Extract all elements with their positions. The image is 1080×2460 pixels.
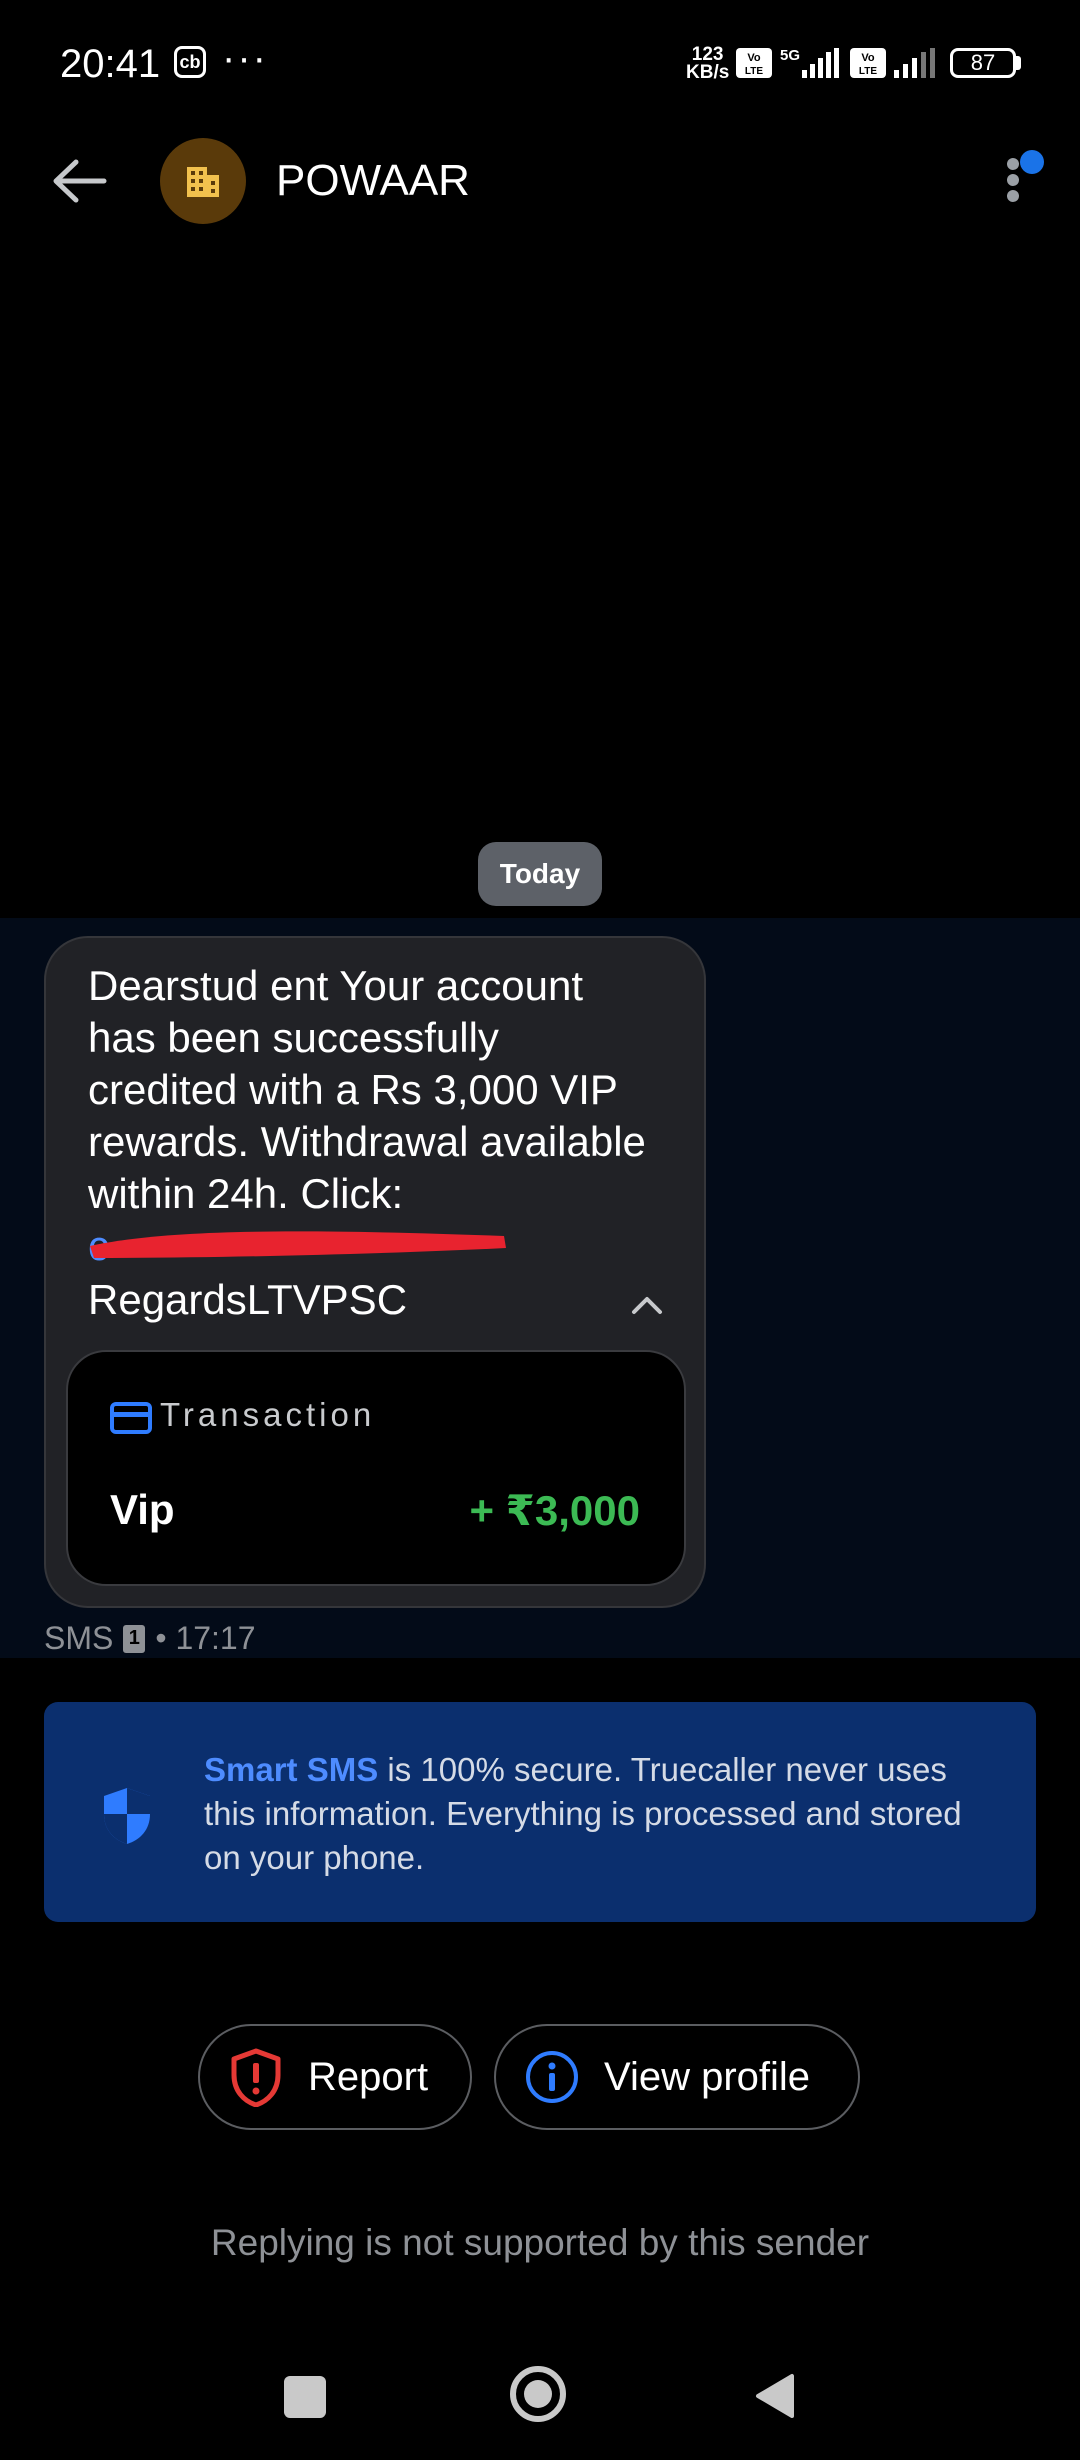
svg-text:Vo: Vo: [861, 52, 875, 64]
sender-name[interactable]: POWAAR: [276, 156, 470, 206]
volte-icon-2: Vo LTE: [850, 48, 886, 78]
redaction-scribble: [90, 1231, 506, 1258]
collapse-chevron-icon[interactable]: [630, 1294, 664, 1316]
message-time: • 17:17: [155, 1620, 256, 1656]
shield-icon: [104, 1788, 150, 1844]
network-speed-unit: KB/s: [686, 62, 730, 83]
battery-tip: [1016, 56, 1021, 70]
smart-sms-label[interactable]: Smart SMS: [204, 1751, 378, 1788]
home-nav-dot: [524, 2380, 552, 2408]
credit-card-icon: [110, 1402, 152, 1434]
menu-dot-icon: [1007, 190, 1019, 202]
menu-dot-icon: [1007, 174, 1019, 186]
info-icon: [526, 2051, 578, 2103]
report-button[interactable]: Report: [198, 2024, 472, 2130]
svg-text:Vo: Vo: [747, 52, 761, 64]
message-body: Dearstud ent Your account has been succe…: [88, 962, 646, 1217]
network-speed: 123 KB/s: [686, 45, 730, 83]
sender-avatar[interactable]: [160, 138, 246, 224]
message-signature: RegardsLTVPSC: [88, 1276, 408, 1323]
reply-not-supported-note: Replying is not supported by this sender: [210, 2222, 870, 2263]
notification-dot: [1020, 150, 1044, 174]
svg-text:LTE: LTE: [859, 66, 877, 77]
sim-badge-icon: 1: [123, 1624, 146, 1653]
message-channel: SMS: [44, 1620, 114, 1656]
report-label: Report: [308, 2054, 429, 2099]
battery-icon: 87: [950, 48, 1016, 78]
banner-text: Smart SMS is 100% secure. Truecaller nev…: [204, 1748, 984, 1880]
report-shield-icon: [231, 2048, 281, 2107]
menu-dot-icon: [1007, 158, 1019, 170]
view-profile-button[interactable]: View profile: [494, 2024, 860, 2130]
transaction-label: Transaction: [160, 1396, 376, 1433]
view-profile-label: View profile: [604, 2054, 811, 2099]
back-arrow-icon[interactable]: [44, 150, 112, 212]
signal-5g-icon: 5G: [780, 47, 839, 78]
building-icon: [187, 167, 219, 197]
more-notifications-icon: ···: [222, 36, 268, 80]
transaction-name: Vip: [110, 1486, 175, 1533]
transaction-amount: + ₹3,000: [469, 1487, 640, 1534]
message-meta: SMS 1 • 17:17: [44, 1620, 256, 1657]
status-time: 20:41: [60, 42, 161, 86]
svg-text:LTE: LTE: [745, 66, 763, 77]
svg-text:5G: 5G: [780, 47, 800, 64]
signal-icon: [894, 48, 935, 78]
volte-icon: Vo LTE: [736, 48, 772, 78]
back-nav-button[interactable]: [752, 2372, 796, 2420]
recents-nav-button[interactable]: [284, 2376, 326, 2418]
cb-app-icon: cb: [174, 46, 206, 78]
date-chip: Today: [478, 842, 602, 906]
transaction-card[interactable]: [66, 1350, 686, 1586]
